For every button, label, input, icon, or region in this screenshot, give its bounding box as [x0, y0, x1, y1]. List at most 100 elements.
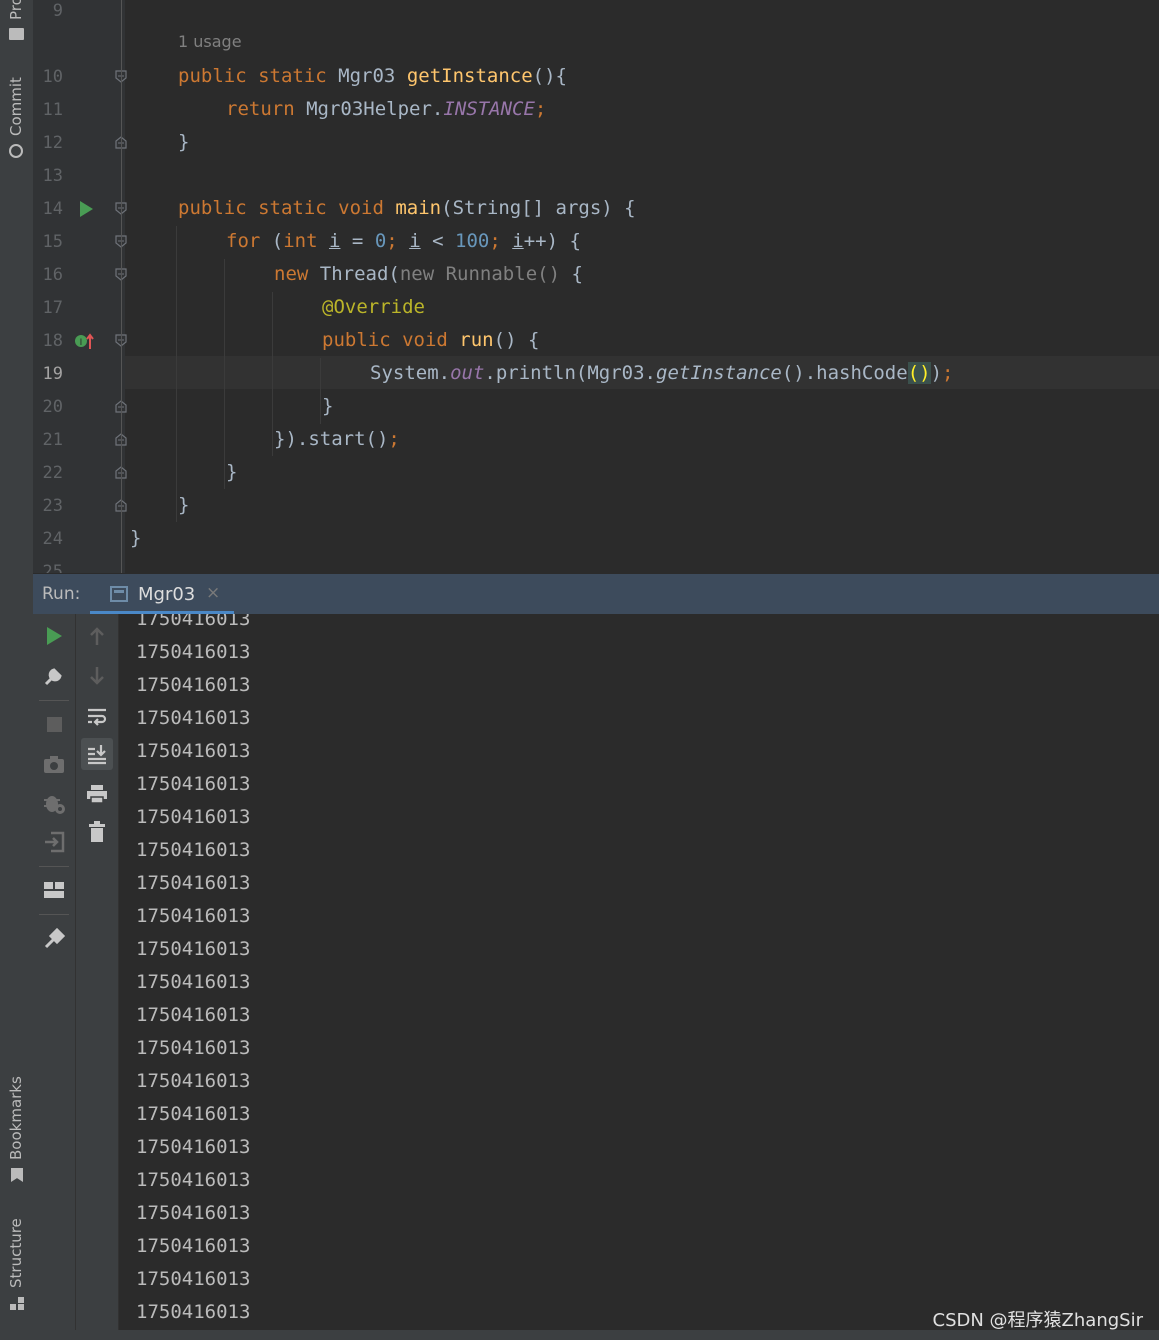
- line-number: 25: [42, 562, 63, 573]
- bookmarks-label: Bookmarks: [7, 1076, 25, 1160]
- console-icon: [110, 586, 128, 602]
- bookmarks-tool-button[interactable]: Bookmarks: [0, 1070, 33, 1190]
- scroll-down-button[interactable]: [81, 660, 113, 692]
- code-line-14[interactable]: public static void main(String[] args) {: [178, 192, 636, 225]
- line-number: 11: [42, 100, 63, 120]
- code-line-24[interactable]: }: [130, 522, 141, 555]
- console-line: 1750416013: [136, 839, 251, 861]
- line-number: 14: [42, 199, 63, 219]
- scroll-up-button[interactable]: [81, 620, 113, 652]
- console-line: 1750416013: [136, 1169, 251, 1191]
- console-line: 1750416013: [136, 1202, 251, 1224]
- toolbar-separator: [39, 914, 69, 915]
- console-line: 1750416013: [136, 707, 251, 729]
- bookmark-icon: [11, 1168, 23, 1182]
- clear-all-button[interactable]: [81, 816, 113, 848]
- code-line-12[interactable]: }: [178, 126, 189, 159]
- editor-gutter[interactable]: 9 10 11 12 13 14 15 16 17 18 19 20 21 22…: [33, 0, 127, 573]
- code-line-11[interactable]: return Mgr03Helper.INSTANCE;: [226, 93, 546, 126]
- console-line: 1750416013: [136, 1136, 251, 1158]
- code-line-17[interactable]: @Override: [322, 291, 425, 324]
- indent-guide: [272, 292, 273, 456]
- line-number: 22: [42, 463, 63, 483]
- line-number: 10: [42, 67, 63, 87]
- pin-tab-button[interactable]: [38, 923, 70, 955]
- line-number: 12: [42, 133, 63, 153]
- bug-gear-icon: [44, 796, 65, 814]
- close-icon[interactable]: ×: [206, 583, 220, 603]
- run-toolbar-primary: [33, 614, 76, 1330]
- override-method-icon[interactable]: I: [75, 332, 95, 350]
- watermark: CSDN @程序猿ZhangSir: [932, 1310, 1143, 1331]
- debug-settings-button[interactable]: [38, 787, 70, 819]
- code-line-10[interactable]: public static Mgr03 getInstance(){: [178, 60, 567, 93]
- pin-icon: [44, 928, 65, 949]
- console-line: 1750416013: [136, 905, 251, 927]
- code-line-18[interactable]: public void run() {: [322, 324, 539, 357]
- code-line-15[interactable]: for (int i = 0; i < 100; i++) {: [226, 225, 581, 258]
- console-line: 1750416013: [136, 1301, 251, 1323]
- structure-icon: [10, 1296, 24, 1310]
- structure-tool-button[interactable]: Structure: [0, 1210, 33, 1320]
- run-main-icon[interactable]: [80, 201, 93, 217]
- code-line-21[interactable]: }).start();: [274, 423, 400, 456]
- indent-guide: [224, 259, 225, 489]
- code-line-19[interactable]: System.out.println(Mgr03.getInstance().h…: [370, 357, 953, 390]
- stop-icon: [46, 716, 62, 732]
- console-line: 1750416013: [136, 1004, 251, 1026]
- print-icon: [87, 785, 107, 804]
- code-line-16[interactable]: new Thread(new Runnable() {: [274, 258, 583, 291]
- console-line: 1750416013: [136, 971, 251, 993]
- console-line: 1750416013: [136, 641, 251, 663]
- usage-hint[interactable]: 1 usage: [178, 32, 242, 51]
- commit-label: Commit: [7, 77, 25, 136]
- console-line: 1750416013: [136, 1070, 251, 1092]
- code-line-22[interactable]: }: [226, 456, 237, 489]
- console-line: 1750416013: [136, 614, 251, 630]
- console-line: 1750416013: [136, 773, 251, 795]
- scroll-to-end-button[interactable]: [81, 738, 113, 770]
- console-line: 1750416013: [136, 872, 251, 894]
- indent-guide: [176, 226, 177, 522]
- layout-icon: [44, 882, 64, 898]
- trash-icon: [89, 821, 105, 842]
- folder-icon: [9, 28, 24, 40]
- line-number: 17: [42, 298, 63, 318]
- exit-button[interactable]: [38, 826, 70, 858]
- code-editor[interactable]: 9 10 11 12 13 14 15 16 17 18 19 20 21 22…: [33, 0, 1159, 573]
- edit-configuration-button[interactable]: [38, 660, 70, 692]
- run-panel-label: Run:: [42, 584, 81, 604]
- console-line: 1750416013: [136, 1235, 251, 1257]
- soft-wrap-button[interactable]: [81, 700, 113, 732]
- layout-button[interactable]: [38, 874, 70, 906]
- dump-threads-button[interactable]: [38, 748, 70, 780]
- run-panel-header: Run: Mgr03 ×: [33, 573, 1159, 614]
- console-line: 1750416013: [136, 1037, 251, 1059]
- commit-tool-button[interactable]: Commit: [0, 70, 33, 160]
- code-line-20[interactable]: }: [322, 390, 333, 423]
- line-number: 21: [42, 430, 63, 450]
- soft-wrap-icon: [88, 708, 107, 726]
- run-toolbar-secondary: [76, 614, 119, 1330]
- line-number: 16: [42, 265, 63, 285]
- wrench-icon: [44, 668, 62, 686]
- run-tab-label: Mgr03: [138, 584, 196, 605]
- code-line-23[interactable]: }: [178, 489, 189, 522]
- console-line: 1750416013: [136, 740, 251, 762]
- project-tool-button[interactable]: Pro: [0, 0, 33, 48]
- print-button[interactable]: [81, 778, 113, 810]
- rerun-button[interactable]: [38, 620, 70, 652]
- gutter-divider: [121, 0, 122, 573]
- toolbar-separator: [39, 866, 69, 867]
- stop-button[interactable]: [38, 708, 70, 740]
- structure-label: Structure: [7, 1218, 25, 1288]
- camera-icon: [44, 756, 64, 773]
- matched-brace-highlight: (): [907, 362, 931, 384]
- run-tab-mgr03[interactable]: Mgr03 ×: [90, 574, 234, 614]
- console-line: 1750416013: [136, 938, 251, 960]
- console-output[interactable]: 1750416013 1750416013 1750416013 1750416…: [119, 614, 1159, 1330]
- line-number: 9: [52, 1, 63, 21]
- scroll-to-end-icon: [88, 745, 106, 765]
- left-tool-strip: Pro Commit Bookmarks Structure: [0, 0, 34, 1340]
- exit-icon: [45, 831, 65, 853]
